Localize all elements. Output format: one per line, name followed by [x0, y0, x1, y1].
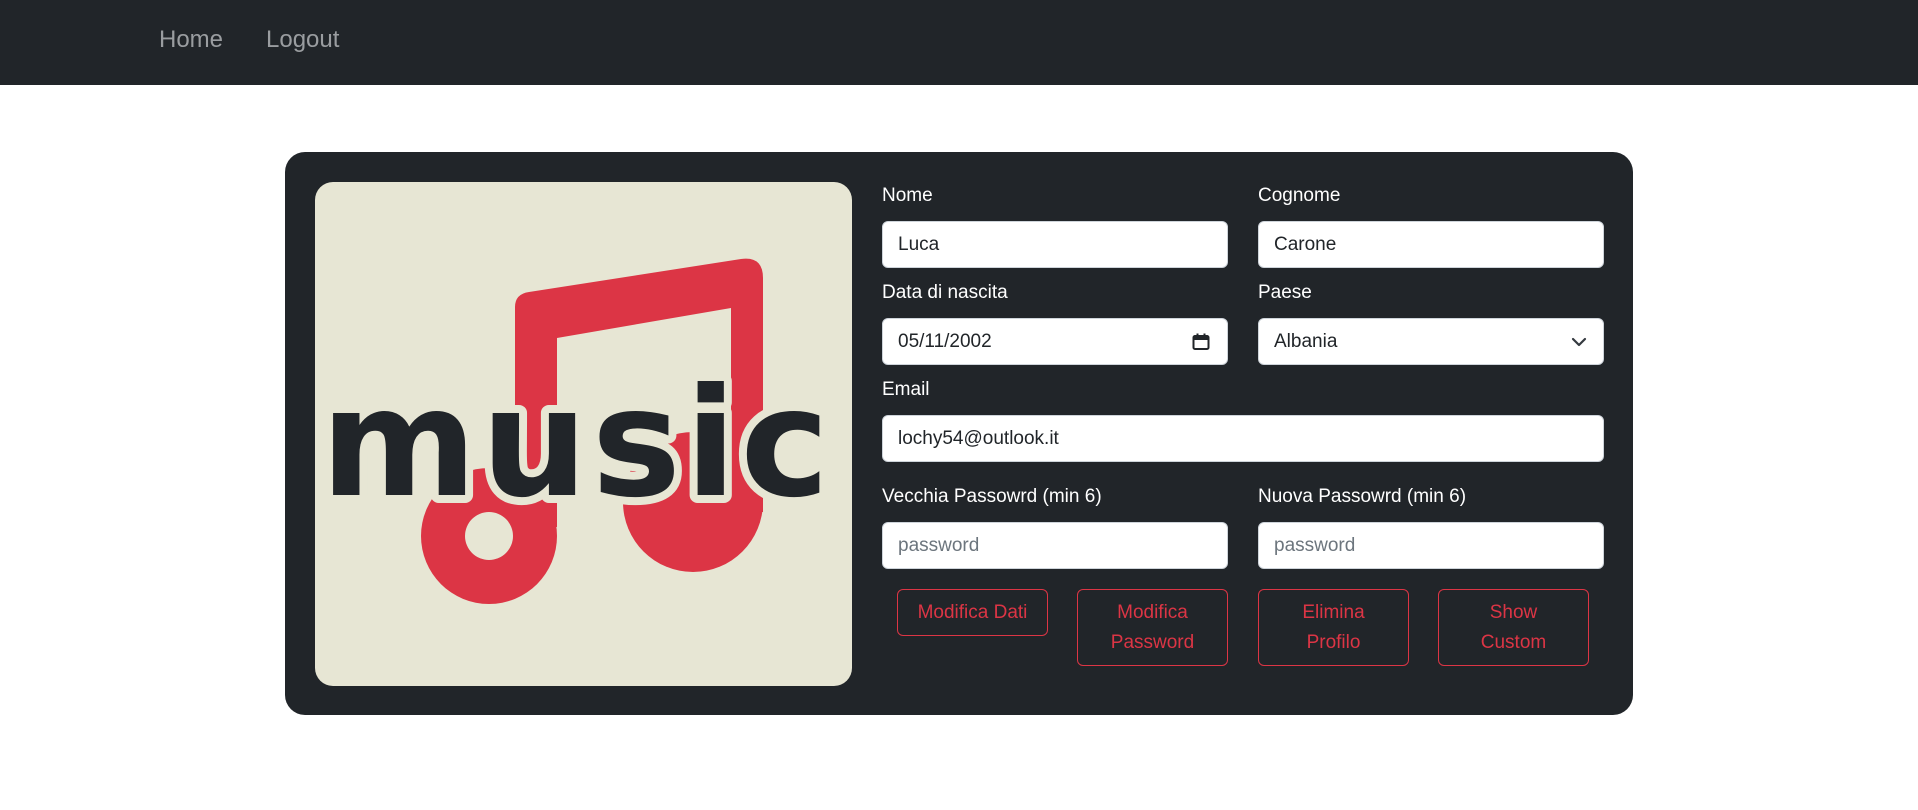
data-nascita-input[interactable]: 05/11/2002 [882, 318, 1228, 365]
nome-value: Luca [898, 233, 940, 255]
nuova-password-label: Nuova Passowrd (min 6) [1258, 486, 1467, 507]
vecchia-password-placeholder: password [898, 534, 980, 556]
email-value: lochy54@outlook.it [898, 427, 1059, 449]
nome-label: Nome [882, 185, 933, 206]
email-label: Email [882, 379, 930, 400]
modifica-dati-label: Modifica Dati [917, 601, 1028, 623]
data-nascita-value: 05/11/2002 [898, 330, 992, 352]
profile-card: music music Nome Luca Cognome Carone Dat… [285, 152, 1633, 715]
nav-home-link[interactable]: Home [159, 26, 223, 54]
top-navbar: Home Logout [0, 0, 1918, 85]
email-input[interactable]: lochy54@outlook.it [882, 415, 1604, 462]
paese-select[interactable]: Albania [1258, 318, 1604, 365]
elimina-profilo-label-line1: Elimina [1302, 601, 1365, 623]
nuova-password-placeholder: password [1274, 534, 1356, 556]
modifica-password-button[interactable]: Modifica Password [1077, 589, 1228, 666]
nuova-password-input[interactable]: password [1258, 522, 1604, 569]
paese-label: Paese [1258, 282, 1312, 303]
cognome-label: Cognome [1258, 185, 1341, 206]
chevron-down-icon [1571, 319, 1587, 364]
music-logo: music music [315, 182, 852, 686]
music-note-logo-icon: music music [315, 258, 837, 604]
vecchia-password-input[interactable]: password [882, 522, 1228, 569]
modifica-dati-button[interactable]: Modifica Dati [897, 589, 1048, 636]
logo-text: music [321, 357, 834, 531]
vecchia-password-label: Vecchia Passowrd (min 6) [882, 486, 1102, 507]
modifica-password-label-line1: Modifica [1117, 601, 1188, 623]
paese-value: Albania [1274, 330, 1338, 352]
show-custom-label-line2: Custom [1480, 631, 1547, 653]
show-custom-label-line1: Show [1489, 601, 1538, 623]
modifica-password-label-line2: Password [1110, 631, 1195, 653]
cognome-value: Carone [1274, 233, 1337, 255]
nome-input[interactable]: Luca [882, 221, 1228, 268]
calendar-icon[interactable] [1191, 319, 1211, 364]
show-custom-button[interactable]: Show Custom [1438, 589, 1589, 666]
nav-logout-link[interactable]: Logout [266, 26, 339, 54]
elimina-profilo-label-line2: Profilo [1306, 631, 1361, 653]
data-nascita-label: Data di nascita [882, 282, 1008, 303]
elimina-profilo-button[interactable]: Elimina Profilo [1258, 589, 1409, 666]
cognome-input[interactable]: Carone [1258, 221, 1604, 268]
